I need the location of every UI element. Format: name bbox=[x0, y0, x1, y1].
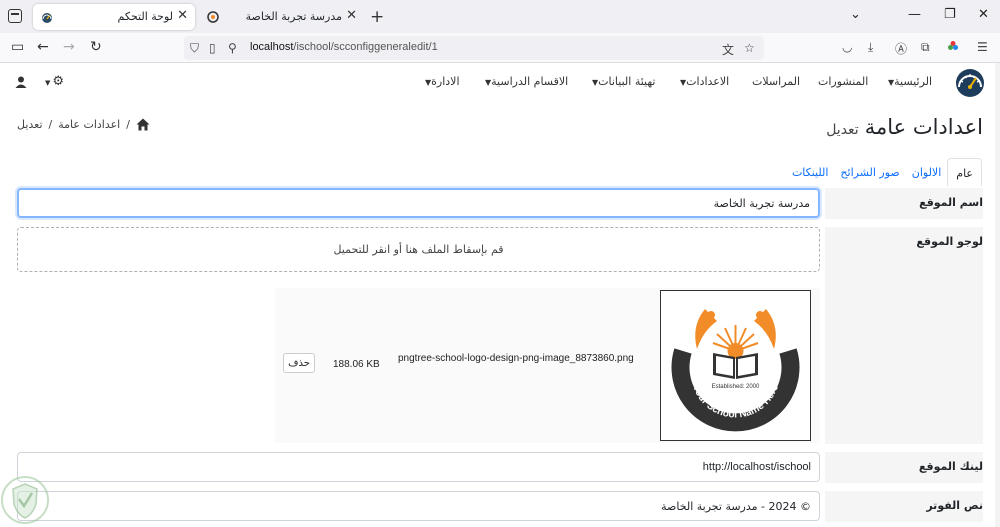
school-favicon-icon bbox=[207, 11, 219, 23]
speedometer-icon bbox=[42, 13, 52, 23]
translate-icon[interactable]: 文 bbox=[722, 41, 734, 58]
tab-general[interactable]: عام bbox=[947, 158, 982, 186]
breadcrumb-separator: / bbox=[48, 118, 53, 131]
breadcrumb-separator: / bbox=[126, 118, 130, 131]
menu-departments[interactable]: الاقسام الدراسية▼ bbox=[482, 75, 568, 88]
menu-label: الاعدادات bbox=[686, 75, 730, 88]
label-text: لوجو الموقع bbox=[916, 235, 983, 248]
tab-colors[interactable]: الالوان bbox=[906, 158, 948, 186]
site-name-label: اسم الموقع bbox=[825, 188, 983, 219]
menu-label: الادارة bbox=[431, 75, 460, 88]
menu-data-setup[interactable]: تهيئة البيانات▼ bbox=[589, 75, 656, 88]
footer-text-label: نص الفوتر bbox=[825, 491, 983, 522]
app-navbar: الرئيسية▼ المنشورات المراسلات الاعدادات▼… bbox=[0, 63, 1000, 101]
breadcrumb-current: تعديل bbox=[17, 118, 43, 131]
menu-icon[interactable]: ☰ bbox=[977, 40, 988, 54]
site-link-value: http://localhost/ischool bbox=[702, 461, 811, 473]
site-name-value: مدرسة تجربة الخاصة bbox=[713, 196, 810, 210]
footer-text-input[interactable]: © 2024 - مدرسة تجربة الخاصة bbox=[17, 491, 820, 521]
label-text: اسم الموقع bbox=[919, 196, 983, 209]
browser-toolbar: ▭ ← → ↻ ⛉ ▯ ⚲ localhost/ischool/scconfig… bbox=[0, 33, 1000, 63]
menu-label: الرئيسية bbox=[894, 75, 933, 88]
logo-dropzone[interactable]: قم بإسقاط الملف هنا أو انقر للتحميل bbox=[17, 227, 820, 272]
settings-tabs: عام الالوان صور الشرائح اللينكات bbox=[786, 158, 982, 186]
menu-messages[interactable]: المراسلات bbox=[752, 75, 800, 88]
minimize-icon[interactable]: — bbox=[908, 7, 921, 22]
url-path: /ischool/scconfiggeneraledit/1 bbox=[293, 41, 438, 53]
close-icon[interactable]: ✕ bbox=[346, 8, 357, 23]
pocket-icon[interactable]: ◡ bbox=[842, 40, 852, 54]
page-title-text: اعدادات عامة bbox=[864, 115, 983, 139]
chevron-down-icon[interactable]: ⌄ bbox=[850, 7, 861, 22]
restore-icon[interactable]: ❐ bbox=[944, 7, 956, 22]
tab-links[interactable]: اللينكات bbox=[786, 158, 834, 186]
page-scrollbar[interactable] bbox=[995, 63, 1000, 527]
menu-settings[interactable]: الاعدادات▼ bbox=[677, 75, 729, 88]
menu-posts[interactable]: المنشورات bbox=[818, 75, 868, 88]
reload-icon[interactable]: ↻ bbox=[90, 39, 102, 55]
sidebar-icon[interactable]: ▭ bbox=[11, 39, 24, 55]
label-text: لينك الموقع bbox=[918, 460, 983, 473]
back-icon[interactable]: ← bbox=[37, 39, 49, 55]
url-host: localhost bbox=[250, 41, 294, 53]
breadcrumb-general-settings[interactable]: اعدادات عامة bbox=[58, 118, 120, 131]
tab-slider-images[interactable]: صور الشرائح bbox=[834, 158, 905, 186]
file-name: pngtree-school-logo-design-png-image_887… bbox=[398, 353, 634, 364]
browser-tabstrip: لوحة التحكم ✕ مدرسة تجربة الخاصة ✕ + ⌄ —… bbox=[0, 0, 1000, 33]
shield-watermark-icon bbox=[1, 476, 49, 524]
forward-icon[interactable]: → bbox=[63, 39, 75, 55]
label-text: نص الفوتر bbox=[926, 499, 983, 512]
page-subtitle: تعديل bbox=[826, 122, 859, 138]
page-icon[interactable]: ▯ bbox=[209, 41, 216, 55]
menu-home[interactable]: الرئيسية▼ bbox=[885, 75, 932, 88]
dropzone-text: قم بإسقاط الملف هنا أو انقر للتحميل bbox=[333, 243, 504, 256]
site-link-input[interactable]: http://localhost/ischool bbox=[17, 452, 820, 482]
home-icon[interactable] bbox=[136, 118, 150, 131]
footer-text-value: © 2024 - مدرسة تجربة الخاصة bbox=[661, 499, 811, 513]
menu-label: المراسلات bbox=[752, 75, 801, 88]
bookmark-star-icon[interactable]: ☆ bbox=[744, 41, 755, 55]
file-size: 188.06 KB bbox=[333, 359, 380, 370]
extensions-icon[interactable]: ⧉ bbox=[921, 40, 930, 55]
site-logo-label: لوجو الموقع bbox=[825, 227, 983, 444]
site-name-input[interactable]: مدرسة تجربة الخاصة bbox=[17, 188, 820, 218]
tab-title: لوحة التحكم bbox=[117, 10, 173, 23]
close-icon[interactable]: ✕ bbox=[177, 8, 188, 23]
browser-tab-school[interactable]: مدرسة تجربة الخاصة ✕ bbox=[199, 4, 364, 30]
gear-icon: ⚙ bbox=[52, 74, 65, 89]
menu-administration[interactable]: الادارة▼ bbox=[422, 75, 460, 88]
browser-tab-dashboard[interactable]: لوحة التحكم ✕ bbox=[33, 4, 195, 30]
settings-dropdown[interactable]: ▼ ⚙ bbox=[42, 74, 64, 89]
site-link-label: لينك الموقع bbox=[825, 452, 983, 483]
logo-established-text: Established: 2000 bbox=[712, 384, 760, 390]
account-icon[interactable]: Ⓐ bbox=[895, 40, 907, 57]
url-text[interactable]: localhost/ischool/scconfiggeneraledit/1 bbox=[250, 41, 438, 53]
url-bar[interactable]: ⛉ ▯ ⚲ localhost/ischool/scconfiggenerale… bbox=[184, 36, 764, 60]
school-logo-thumbnail: Established: 2000 Your School Name Here bbox=[660, 290, 811, 441]
uploaded-file-preview: Established: 2000 Your School Name Here … bbox=[275, 288, 820, 443]
page-title: اعدادات عامة تعديل bbox=[826, 115, 983, 139]
tab-title: مدرسة تجربة الخاصة bbox=[245, 10, 342, 23]
tab-list-icon[interactable] bbox=[8, 9, 22, 23]
menu-label: المنشورات bbox=[818, 75, 869, 88]
speedometer-logo-icon[interactable] bbox=[953, 67, 987, 97]
school-logo-image: Established: 2000 Your School Name Here bbox=[671, 309, 800, 432]
delete-file-button[interactable]: حذف bbox=[283, 353, 315, 373]
caret-down-icon: ▼ bbox=[45, 79, 51, 87]
color-wheel-icon bbox=[948, 41, 958, 50]
menu-label: الاقسام الدراسية bbox=[491, 75, 569, 88]
breadcrumb: تعديل / اعدادات عامة / bbox=[17, 118, 150, 131]
shield-icon[interactable]: ⛉ bbox=[190, 41, 199, 56]
color-extension-icon[interactable] bbox=[947, 40, 959, 55]
user-icon[interactable] bbox=[15, 76, 27, 88]
menu-label: تهيئة البيانات bbox=[598, 75, 656, 88]
permissions-icon[interactable]: ⚲ bbox=[228, 41, 237, 55]
new-tab-icon[interactable]: + bbox=[370, 7, 384, 27]
window-close-icon[interactable]: ✕ bbox=[978, 7, 989, 22]
download-icon[interactable]: ⤓ bbox=[868, 40, 873, 55]
